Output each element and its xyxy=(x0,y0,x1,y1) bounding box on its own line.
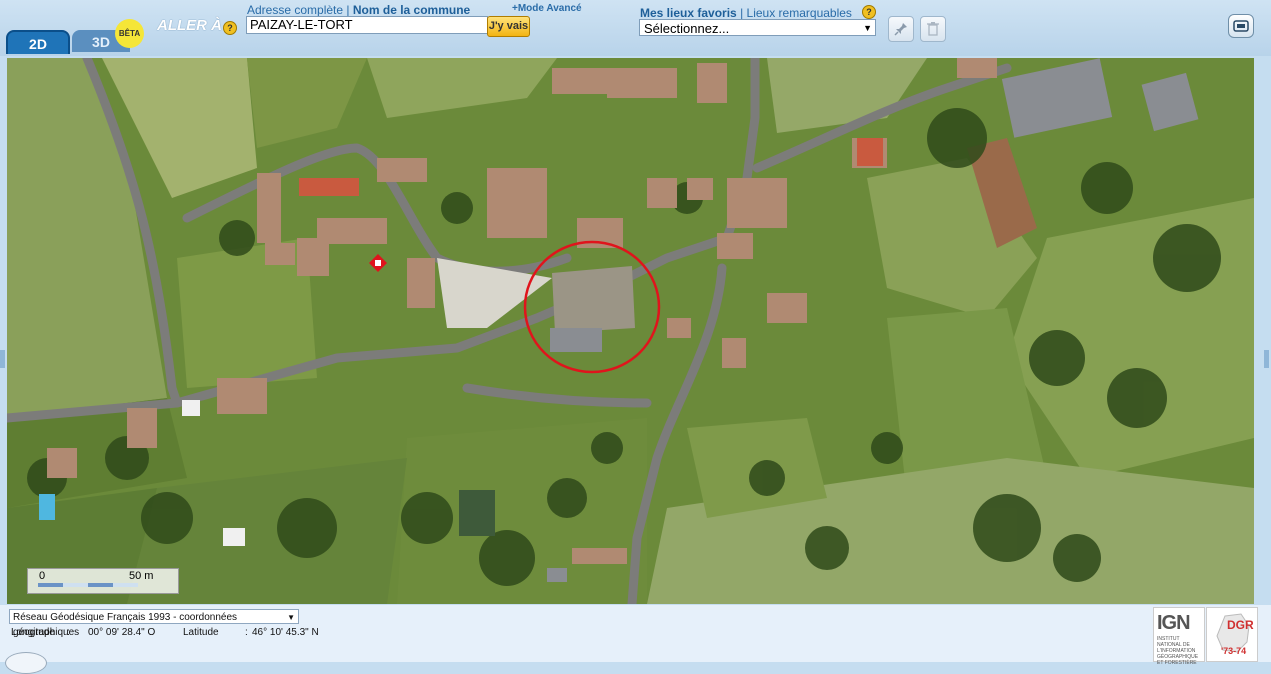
address-separator: | xyxy=(346,3,350,17)
favorites-select-value: Sélectionnez... xyxy=(644,21,730,36)
scale-min-label: 0 xyxy=(39,570,46,582)
chevron-down-icon: ▼ xyxy=(287,613,295,622)
dgr-logo[interactable]: DGR '73-74 xyxy=(1206,607,1258,662)
dgr-logo-years: '73-74 xyxy=(1221,646,1247,656)
latitude-value: 46° 10' 45.3" N xyxy=(252,627,319,638)
ign-logo-text: IGN xyxy=(1157,612,1191,634)
chevron-down-icon: ▼ xyxy=(863,23,872,33)
favorites-labels: Mes lieux favoris | Lieux remarquables xyxy=(640,6,852,20)
screen-icon xyxy=(1233,20,1249,32)
help-icon[interactable]: ? xyxy=(862,5,876,19)
scale-max-label: 50 m xyxy=(129,570,154,582)
go-button[interactable]: J'y vais xyxy=(487,16,530,37)
scale-bar: 0 50 m xyxy=(27,568,179,594)
pin-icon xyxy=(894,23,907,36)
longitude-value: 00° 09' 28.4" O xyxy=(88,627,156,638)
longitude-separator: : xyxy=(67,627,70,638)
navigation-button[interactable] xyxy=(5,652,47,674)
right-panel-toggle[interactable] xyxy=(1264,350,1269,368)
scale-bar-graphic xyxy=(38,583,138,587)
favorites-select[interactable]: Sélectionnez... ▼ xyxy=(639,19,876,36)
address-mode-labels: Adresse complète | Nom de la commune xyxy=(247,3,470,17)
goto-label: ALLER À xyxy=(157,17,222,34)
trash-icon xyxy=(927,22,939,36)
full-address-link[interactable]: Adresse complète xyxy=(247,3,343,17)
help-icon[interactable]: ? xyxy=(223,21,237,35)
pin-button[interactable] xyxy=(888,16,914,42)
aerial-imagery xyxy=(7,58,1254,604)
top-toolbar: 2D 3D BÊTA ALLER À ? Adresse complète | … xyxy=(0,0,1271,56)
advanced-mode-link[interactable]: +Mode Avancé xyxy=(512,3,582,14)
projection-select[interactable]: Réseau Géodésique Français 1993 - coordo… xyxy=(9,609,299,638)
latitude-label: Latitude xyxy=(183,627,219,638)
fullscreen-button[interactable] xyxy=(1228,14,1254,38)
remarkable-places-link[interactable]: Lieux remarquables xyxy=(747,6,852,20)
favorites-link[interactable]: Mes lieux favoris xyxy=(640,6,737,20)
dgr-logo-text: DGR xyxy=(1227,618,1254,632)
latitude-separator: : xyxy=(245,627,248,638)
commune-input[interactable]: PAIZAY-LE-TORT xyxy=(246,16,488,34)
commune-name-link[interactable]: Nom de la commune xyxy=(353,3,470,17)
longitude-label: Longitude xyxy=(11,627,55,638)
tab-2d[interactable]: 2D xyxy=(6,30,70,54)
aerial-map[interactable] xyxy=(7,58,1254,604)
bottom-status-bar: Réseau Géodésique Français 1993 - coordo… xyxy=(0,605,1271,674)
ign-logo[interactable]: IGN INSTITUT NATIONAL DE L'INFORMATION G… xyxy=(1153,607,1205,666)
favorites-separator: | xyxy=(740,6,744,20)
left-panel-toggle[interactable] xyxy=(0,350,5,368)
delete-button[interactable] xyxy=(920,16,946,42)
beta-badge: BÊTA xyxy=(115,19,144,48)
